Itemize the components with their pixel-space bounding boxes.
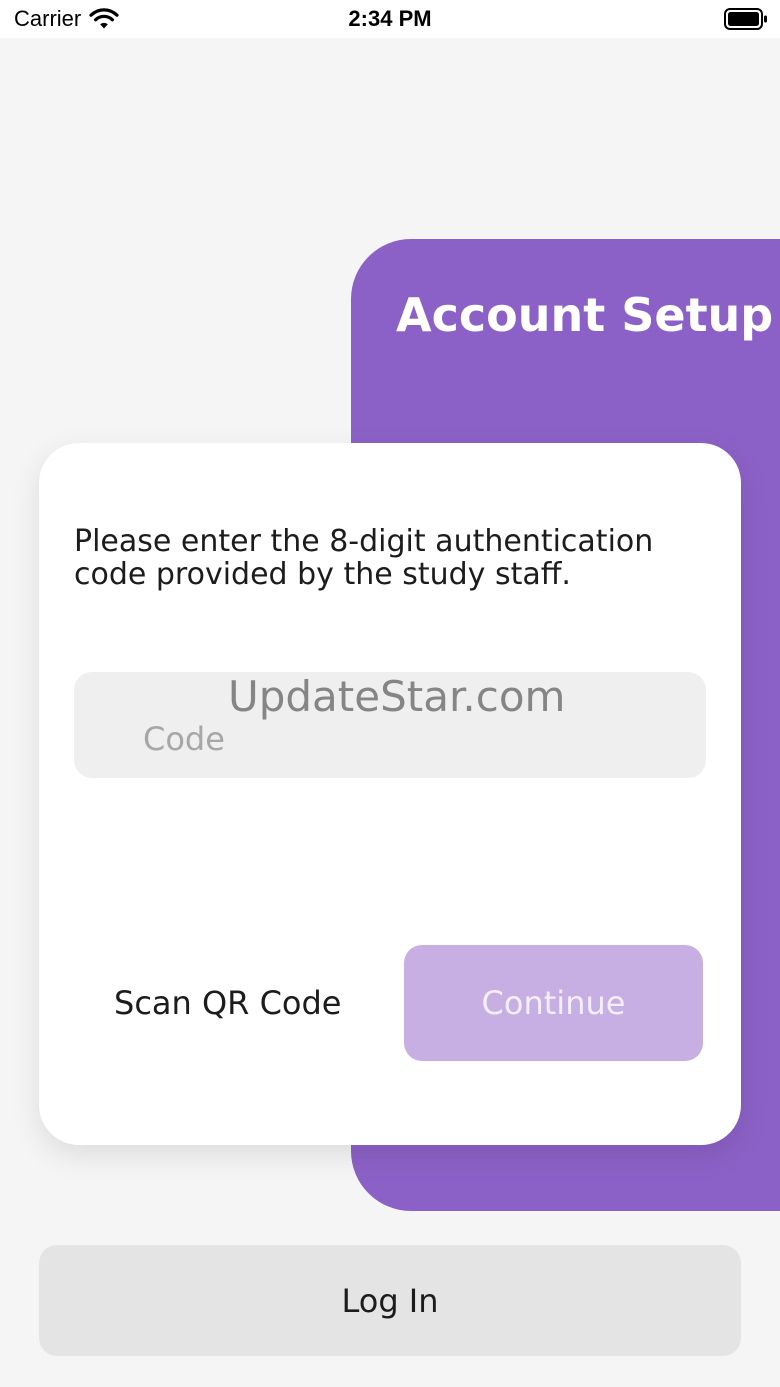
authentication-card: Please enter the 8-digit authentication … <box>39 443 741 1145</box>
scan-qr-code-button[interactable]: Scan QR Code <box>94 945 354 1061</box>
status-bar: Carrier 2:34 PM <box>0 0 780 38</box>
instructions-text: Please enter the 8-digit authentication … <box>74 524 654 592</box>
status-time: 2:34 PM <box>348 6 432 31</box>
battery-icon <box>724 8 767 30</box>
log-in-button[interactable]: Log In <box>39 1245 741 1356</box>
code-input[interactable] <box>74 672 706 778</box>
page-title: Account Setup <box>396 288 774 342</box>
code-field[interactable]: UpdateStar.com <box>74 672 706 778</box>
continue-button[interactable]: Continue <box>404 945 703 1061</box>
